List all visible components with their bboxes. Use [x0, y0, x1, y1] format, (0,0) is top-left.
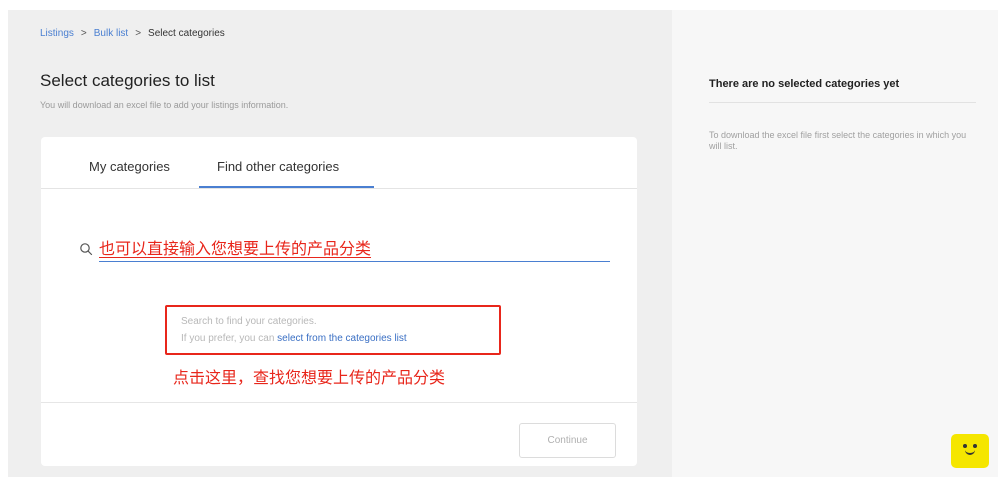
continue-button[interactable]: Continue — [519, 423, 616, 458]
category-search-input[interactable] — [99, 235, 609, 259]
search-icon — [80, 243, 93, 256]
selected-categories-title: There are no selected categories yet — [709, 78, 900, 90]
helper-eye — [963, 444, 967, 448]
panel-divider — [709, 102, 976, 103]
select-from-list-link[interactable]: select from the categories list — [277, 333, 407, 344]
tab-bar: My categories Find other categories — [41, 137, 637, 189]
main-area: Listings > Bulk list > Select categories… — [8, 10, 672, 477]
page-subtitle: You will download an excel file to add y… — [40, 100, 289, 110]
breadcrumb: Listings > Bulk list > Select categories — [40, 28, 225, 39]
category-card: My categories Find other categories Sear… — [41, 137, 637, 466]
hint-highlight-box: Search to find your categories. If you p… — [165, 305, 501, 355]
hint-text-prefer: If you prefer, you can select from the c… — [181, 333, 407, 344]
breadcrumb-current: Select categories — [148, 28, 225, 39]
breadcrumb-listings[interactable]: Listings — [40, 28, 74, 39]
helper-eye — [973, 444, 977, 448]
selected-categories-description: To download the excel file first select … — [709, 130, 967, 151]
search-input-underline — [99, 261, 610, 262]
hint-text: Search to find your categories. — [181, 316, 317, 327]
breadcrumb-bulk-list[interactable]: Bulk list — [94, 28, 128, 39]
tab-my-categories[interactable]: My categories — [89, 159, 170, 174]
breadcrumb-separator: > — [135, 28, 142, 39]
breadcrumb-separator: > — [80, 28, 87, 39]
hint-prefix: If you prefer, you can — [181, 333, 278, 344]
smiley-icon[interactable] — [951, 434, 989, 468]
helper-mouth — [965, 450, 975, 455]
tab-find-other-categories[interactable]: Find other categories — [217, 159, 339, 174]
footer-divider — [41, 402, 637, 403]
active-tab-indicator — [199, 186, 374, 188]
annotation-text: 点击这里，查找您想要上传的产品分类 — [173, 368, 446, 387]
page-title: Select categories to list — [40, 71, 215, 90]
selected-categories-panel: There are no selected categories yet To … — [672, 10, 998, 477]
